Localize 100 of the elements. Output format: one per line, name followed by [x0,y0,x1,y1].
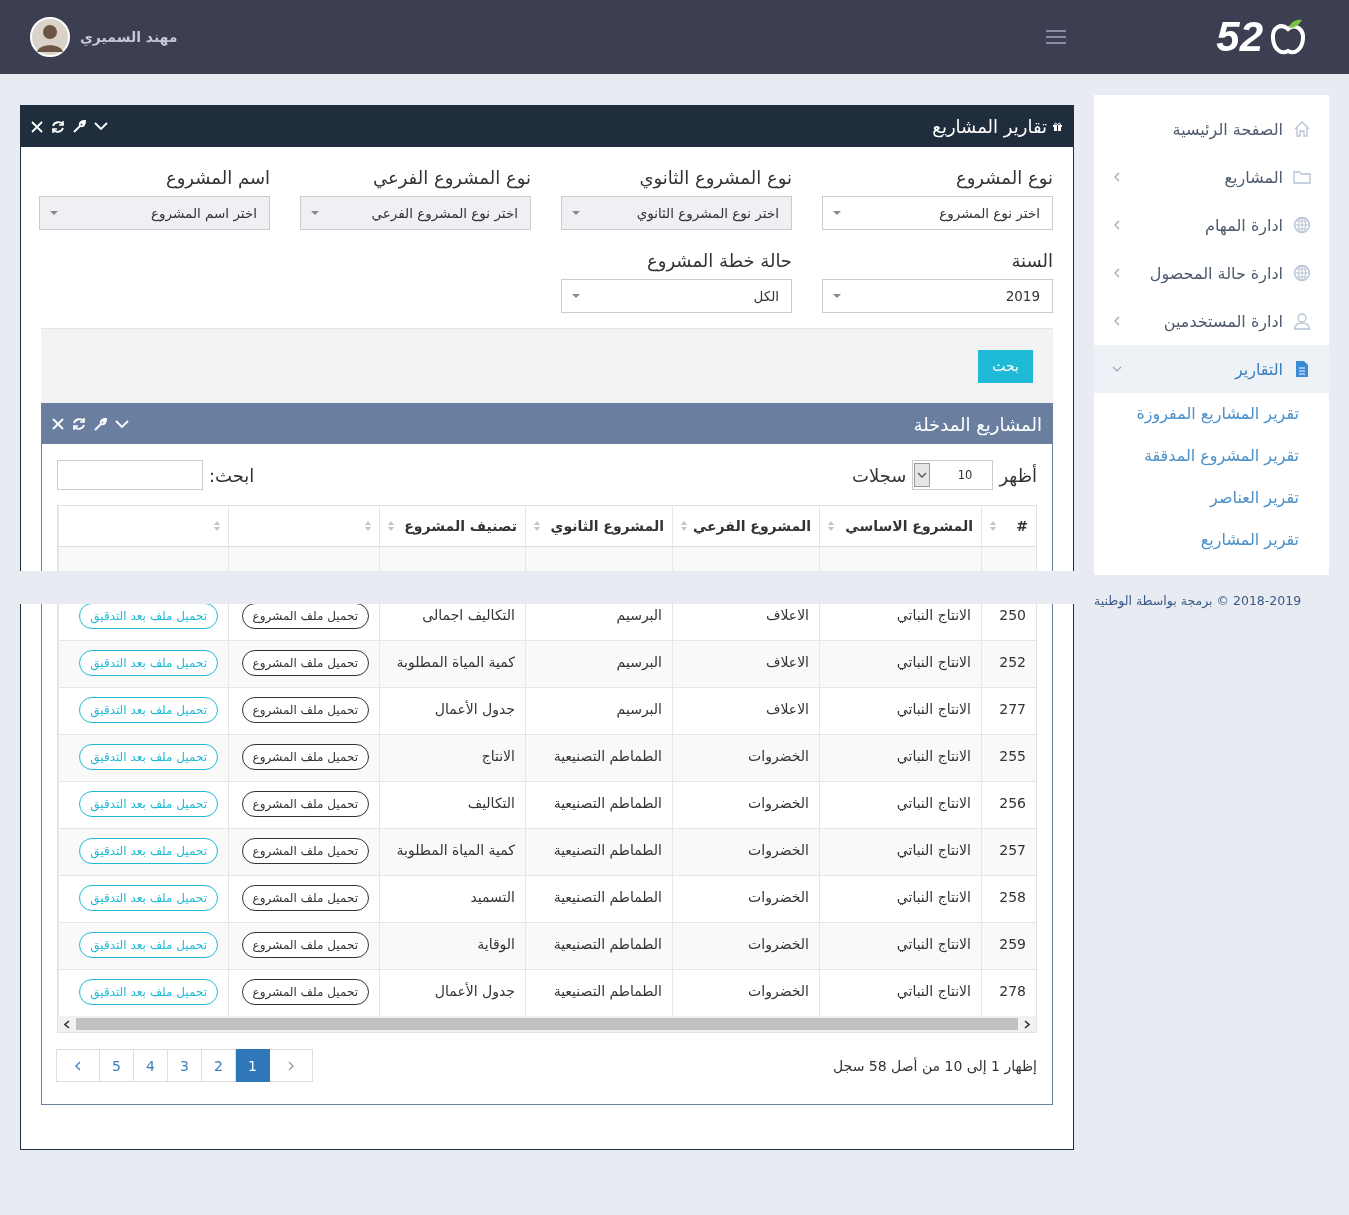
table-cell: 259 [981,922,1036,970]
download-button[interactable]: تحميل ملف المشروع [241,979,369,1005]
field-label: اسم المشروع [164,167,270,188]
user-icon [1293,312,1311,330]
page-button[interactable]: 3 [167,1049,202,1082]
scroll-right-icon[interactable] [1024,1019,1030,1029]
sort-icon [214,521,220,531]
download-button[interactable]: تحميل ملف المشروع [241,885,369,911]
table-cell: 257 [981,828,1036,876]
chevron-down-icon[interactable] [94,122,108,131]
caret-icon [833,211,841,215]
select-field[interactable]: الكل [561,279,792,313]
sidebar-item[interactable]: ادارة حالة المحصول [1094,249,1329,297]
user-name[interactable]: مهند السميري [80,29,178,45]
apple-icon [1269,17,1307,57]
caret-icon [50,211,58,215]
caret-icon [311,211,319,215]
table-cell: الطماطم التصنيعية [525,922,673,970]
panel-title: تقارير المشاريع [932,116,1047,137]
download-button[interactable]: تحميل ملف المشروع [241,603,369,629]
table-cell: الانتاج النباتي [819,640,982,688]
page-button[interactable]: 2 [201,1049,236,1082]
column-header[interactable]: المشروع الاساسي [819,506,982,547]
table-cell: البرسيم [525,640,673,688]
field-label: نوع المشروع الثانوي [638,167,792,188]
document-icon [1293,360,1311,378]
caret-icon [572,294,580,298]
page-size-select[interactable]: 10 [912,460,994,490]
logo-text: 52 [1216,13,1263,61]
sidebar-item[interactable]: المشاريع [1094,153,1329,201]
download-button[interactable]: تحميل ملف المشروع [241,744,369,770]
chevron-left-icon [75,1060,81,1071]
table-cell: الاعلاف [672,640,820,688]
column-header[interactable]: المشروع الفرعي [672,506,820,547]
caret-icon [572,211,580,215]
horizontal-scrollbar[interactable] [58,1016,1036,1032]
submenu-link[interactable]: تقرير المشروع المدققة [1094,435,1329,477]
sort-icon [990,521,996,531]
table-cell: كمية المياة المطلوبة [379,640,526,688]
home-icon [1293,120,1311,138]
table-cell: الطماطم التصنيعية [525,734,673,782]
page-button[interactable]: 5 [99,1049,134,1082]
sidebar-item[interactable]: ادارة المهام [1094,201,1329,249]
select-field[interactable]: اختر نوع المشروع [822,196,1053,230]
show-label: أظهر [999,464,1037,486]
field-label: نوع المشروع الفرعي [371,167,531,188]
download-button[interactable]: تحميل ملف المشروع [241,791,369,817]
column-header[interactable]: # [981,506,1036,547]
table-cell: الخضروات [672,828,820,876]
table-cell: 252 [981,640,1036,688]
sidebar-item[interactable]: التقارير [1094,345,1329,393]
table-info: إظهار 1 إلى 10 من أصل 58 سجل [833,1057,1037,1074]
caret-icon [833,294,841,298]
search-label: ابحث: [209,464,255,486]
page-button[interactable]: 4 [133,1049,168,1082]
gift-icon [1052,121,1063,132]
panel-title: المشاريع المدخلة [913,413,1042,435]
submenu-link[interactable]: تقرير المشاريع [1094,519,1329,561]
footer-text: 2018-2019 © برمجة بواسطة الوطنية [1094,593,1303,608]
scroll-left-icon[interactable] [64,1019,70,1029]
download-button[interactable]: تحميل ملف المشروع [241,650,369,676]
table-cell: الخضروات [672,734,820,782]
sort-icon [828,521,834,531]
wrench-icon[interactable] [73,120,86,133]
sidebar-item[interactable]: ادارة المستخدمين [1094,297,1329,345]
table-cell: الانتاج النباتي [819,828,982,876]
avatar[interactable] [30,17,70,57]
table-cell: 255 [981,734,1036,782]
submenu-link[interactable]: تقرير العناصر [1094,477,1329,519]
folder-icon [1293,168,1311,186]
table-cell: الانتاج [379,734,526,782]
close-icon[interactable] [31,120,43,133]
download-button[interactable]: تحميل ملف المشروع [241,932,369,958]
select-field[interactable]: 2019 [822,279,1053,313]
previous-page-button[interactable] [269,1049,313,1082]
table-cell: الخضروات [672,922,820,970]
table-cell: كمية المياة المطلوبة [379,828,526,876]
sort-icon [388,521,394,531]
scroll-thumb[interactable] [76,1018,1018,1030]
globe-icon [1293,216,1311,234]
field-label: حالة خطة المشروع [645,250,792,271]
table-cell: الوقاية [379,922,526,970]
menu-icon[interactable] [1046,30,1067,44]
sort-icon [365,521,371,531]
records-label: سجلات [852,464,907,486]
download-button[interactable]: تحميل ملف المشروع [241,697,369,723]
sort-icon [534,521,540,531]
sort-icon [681,521,687,531]
sidebar-item[interactable]: الصفحة الرئيسية [1094,105,1329,153]
column-header[interactable]: المشروع الثانوي [525,506,673,547]
column-header[interactable]: تصنيف المشروع [379,506,526,547]
table-cell: الطماطم التصنيعية [525,828,673,876]
search-field[interactable] [57,460,203,490]
page-button[interactable]: 1 [235,1049,270,1082]
refresh-icon[interactable] [51,119,65,134]
table-cell: الانتاج النباتي [819,922,982,970]
field-label: السنة [1010,250,1053,271]
table-cell: الانتاج النباتي [819,734,982,782]
download-button[interactable]: تحميل ملف المشروع [241,838,369,864]
caret-icon [914,463,931,487]
